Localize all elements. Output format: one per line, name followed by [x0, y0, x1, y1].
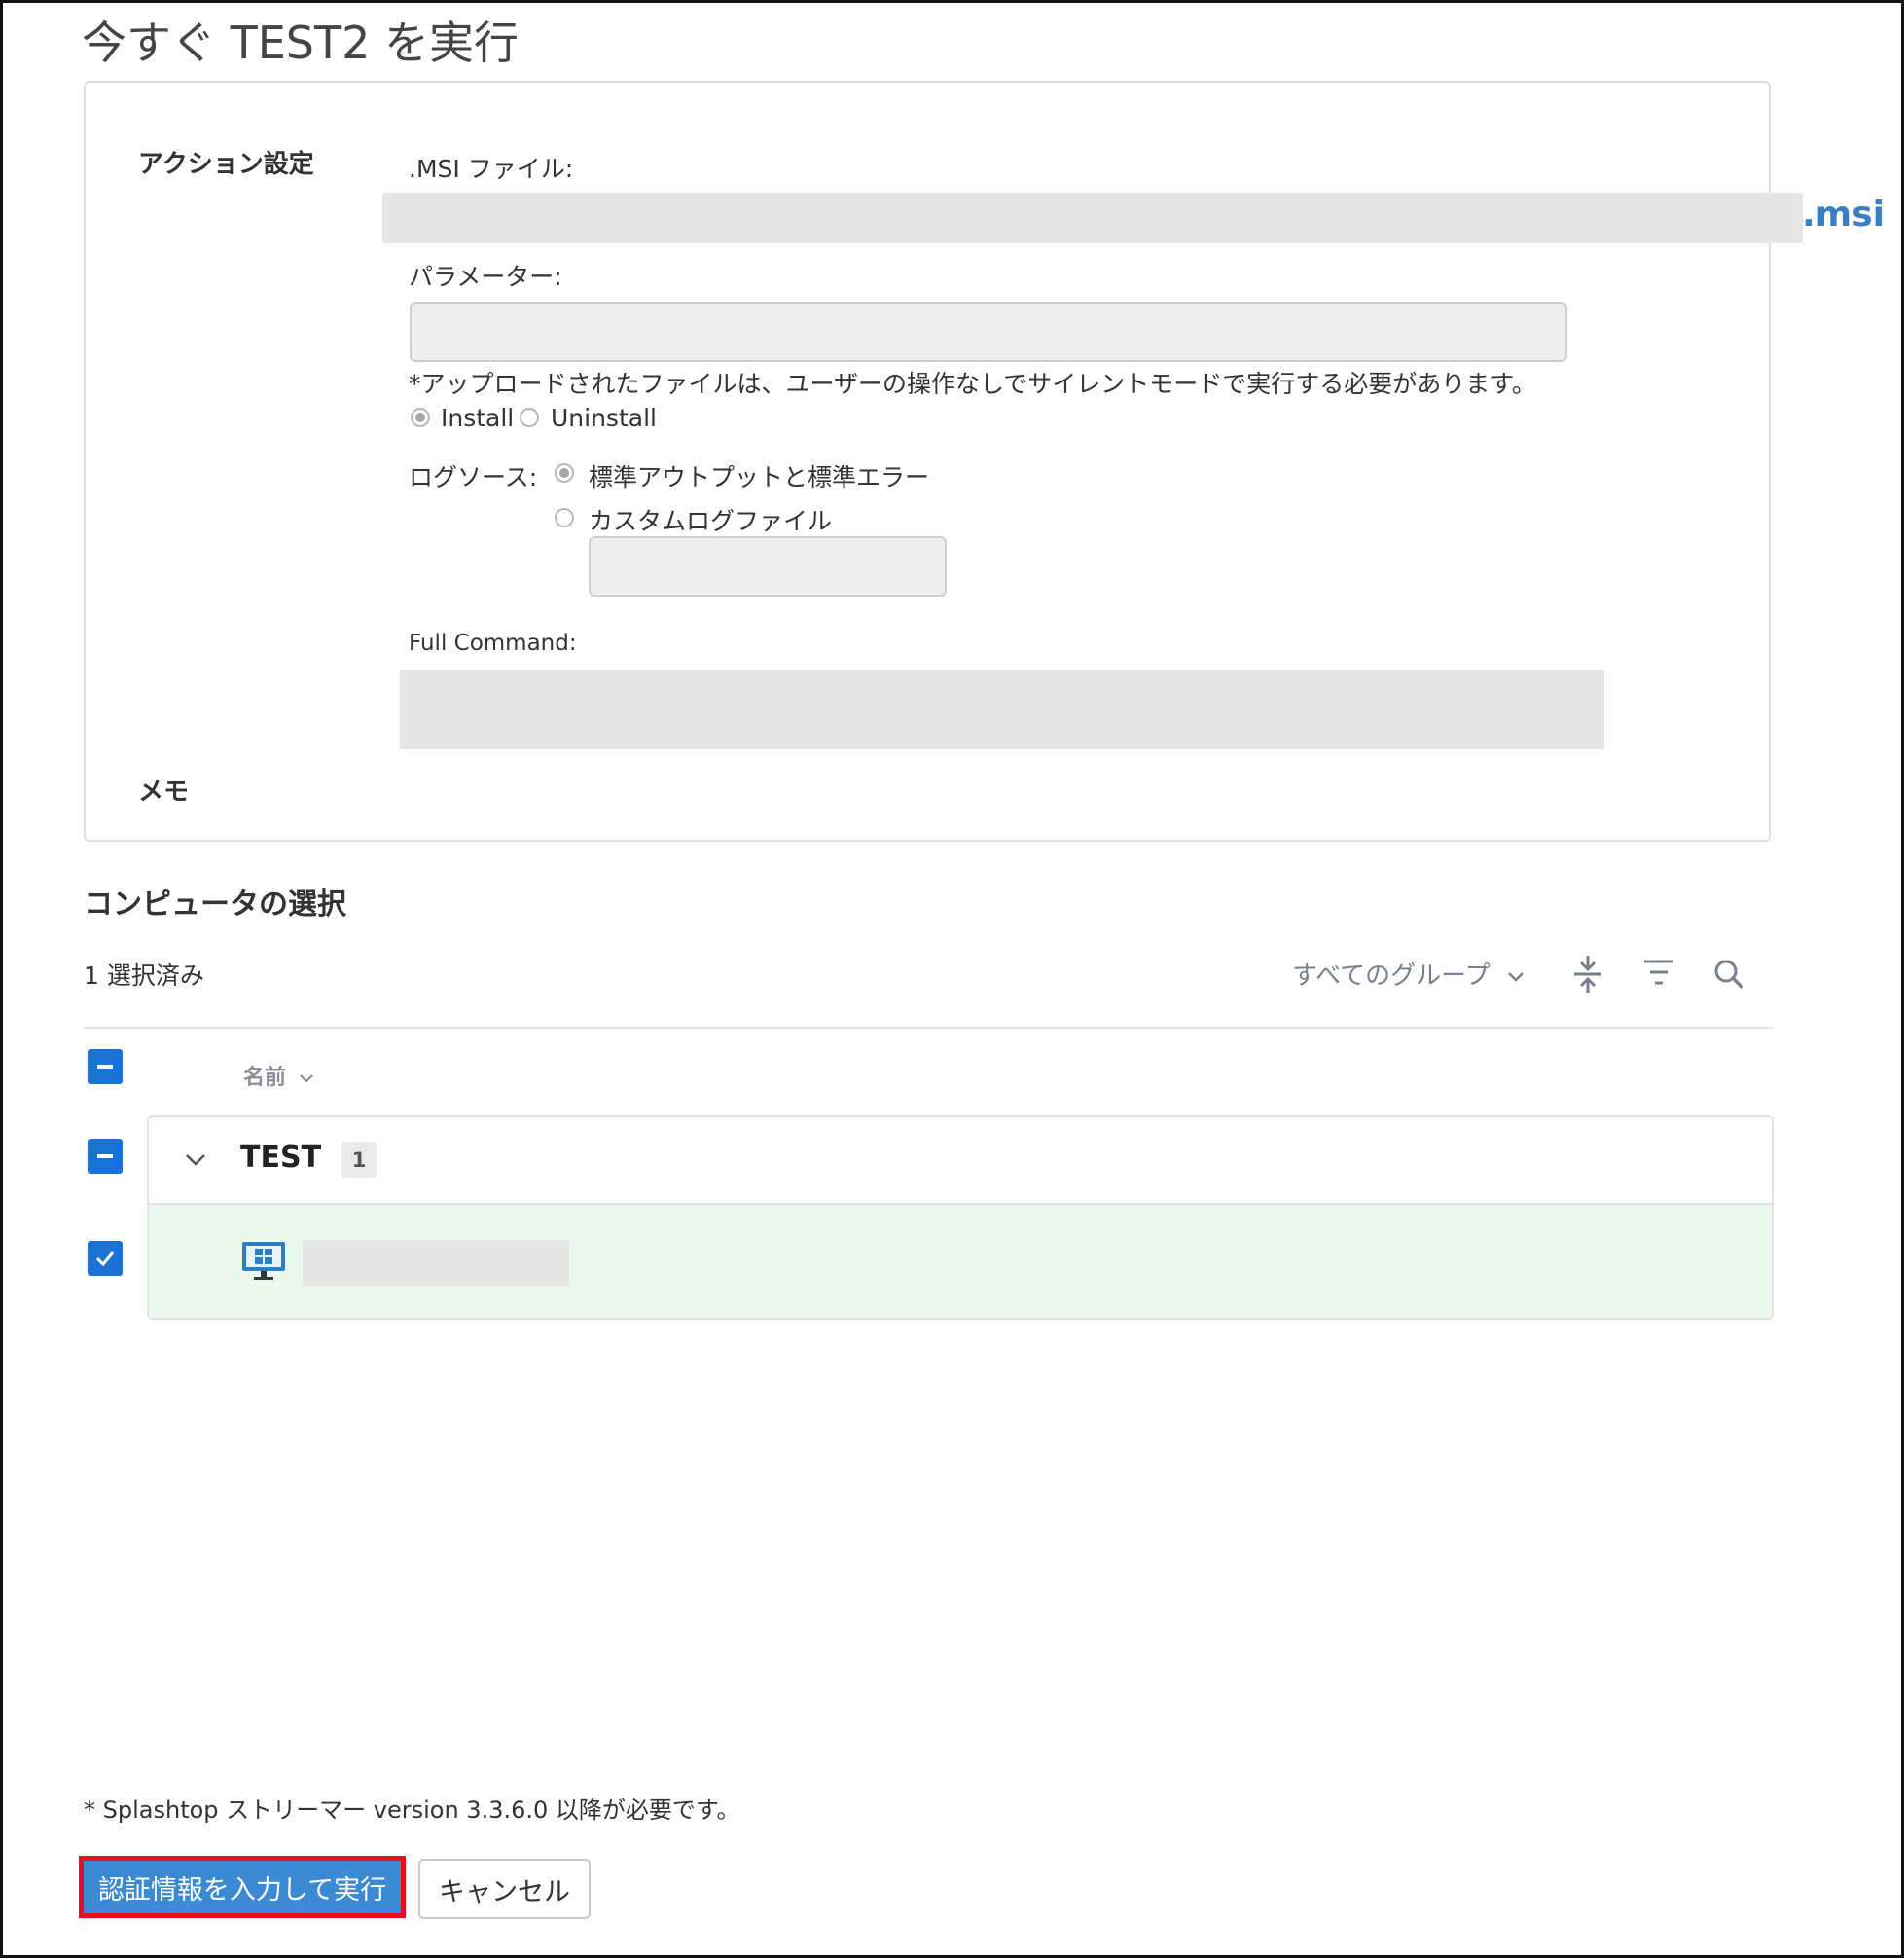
log-source-label: ログソース: [409, 463, 538, 491]
stdout-stderr-radio-label: 標準アウトプットと標準エラー [589, 463, 930, 491]
chevron-down-icon[interactable] [184, 1152, 207, 1168]
msi-file-extension: .msi [1802, 195, 1885, 235]
search-icon[interactable] [1712, 958, 1745, 991]
filter-icon[interactable] [1642, 958, 1675, 989]
action-settings-label: アクション設定 [138, 150, 314, 179]
computer-selection-title: コンピュータの選択 [84, 888, 346, 922]
uninstall-radio[interactable] [520, 408, 539, 427]
msi-file-name-redacted [382, 193, 1803, 243]
cancel-button[interactable]: キャンセル [418, 1859, 591, 1919]
custom-log-radio-label: カスタムログファイル [589, 507, 833, 535]
windows-computer-icon [242, 1242, 285, 1280]
group-row[interactable]: TEST 1 [149, 1117, 1772, 1205]
group-panel: TEST 1 [147, 1115, 1774, 1320]
install-radio-label: Install [441, 404, 515, 432]
computer-row[interactable] [149, 1205, 1772, 1318]
custom-log-radio[interactable] [555, 508, 574, 527]
name-header-label: 名前 [243, 1066, 287, 1090]
msi-file-label: .MSI ファイル: [409, 155, 574, 183]
group-name: TEST [240, 1141, 322, 1175]
parameters-input[interactable] [410, 302, 1567, 362]
check-icon [95, 1251, 115, 1267]
full-command-label: Full Command: [409, 631, 577, 656]
toolbar-divider [84, 1027, 1774, 1029]
page-title: 今すぐ TEST2 を実行 [82, 17, 519, 69]
stdout-stderr-radio[interactable] [555, 463, 574, 483]
custom-log-path-input[interactable] [589, 536, 947, 597]
full-command-redacted [400, 670, 1604, 749]
name-column-header[interactable]: 名前 [243, 1060, 315, 1091]
install-radio[interactable] [411, 408, 430, 427]
memo-label: メモ [138, 778, 190, 807]
minus-icon [97, 1154, 113, 1158]
run-with-credentials-button[interactable]: 認証情報を入力して実行 [79, 1856, 406, 1918]
uninstall-radio-label: Uninstall [551, 404, 657, 432]
silent-mode-note: *アップロードされたファイルは、ユーザーの操作なしでサイレントモードで実行する必… [409, 370, 1536, 398]
group-count-badge: 1 [341, 1142, 377, 1178]
computer-name-redacted [303, 1240, 569, 1287]
parameters-label: パラメーター: [409, 263, 562, 291]
sort-chevron-icon [299, 1074, 313, 1083]
group-filter-dropdown[interactable]: すべてのグループ [1292, 956, 1526, 992]
collapse-all-icon[interactable] [1570, 954, 1605, 995]
group-filter-label: すべてのグループ [1292, 961, 1491, 991]
select-all-checkbox[interactable] [88, 1049, 123, 1084]
streamer-requirement-note: * Splashtop ストリーマー version 3.3.6.0 以降が必要… [84, 1796, 740, 1824]
chevron-down-icon [1507, 971, 1524, 982]
computer-checkbox[interactable] [88, 1241, 123, 1276]
group-checkbox[interactable] [88, 1139, 123, 1174]
minus-icon [97, 1065, 113, 1069]
selected-count: 1 選択済み [84, 961, 204, 990]
